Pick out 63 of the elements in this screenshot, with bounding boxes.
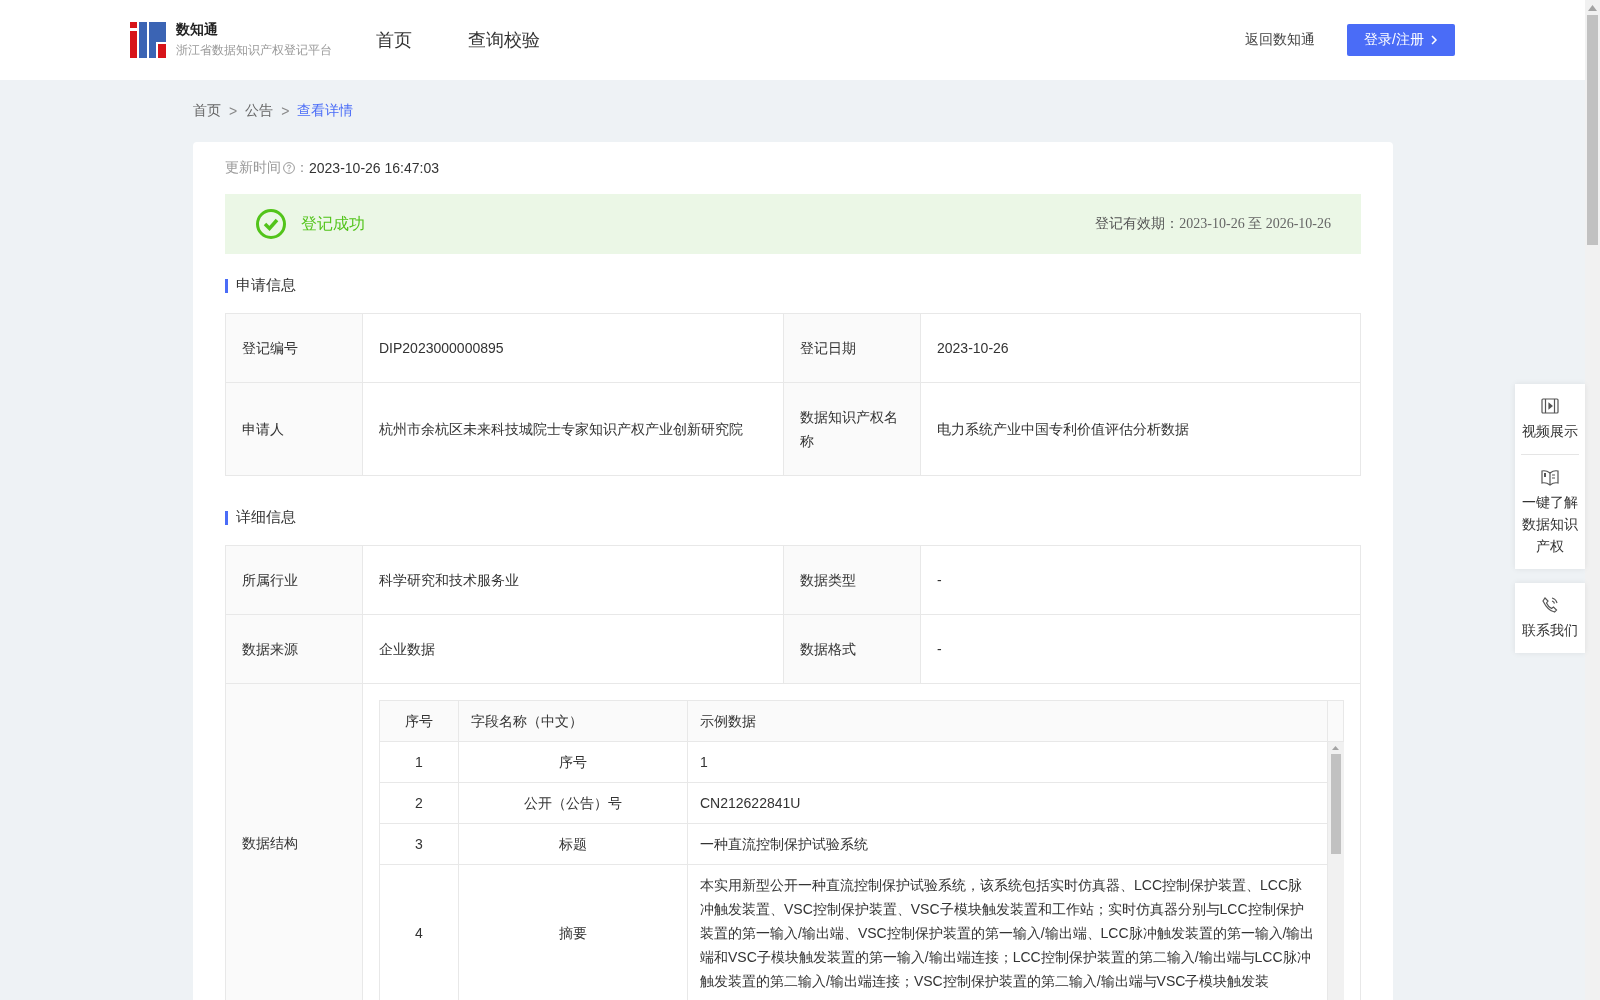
- field-label: 所属行业: [225, 545, 363, 615]
- section-title: 申请信息: [236, 276, 296, 295]
- scrollbar-thumb[interactable]: [1587, 15, 1598, 245]
- scroll-up-icon[interactable]: [1588, 4, 1597, 11]
- column-header: 示例数据: [687, 700, 1328, 742]
- help-icon[interactable]: [283, 162, 295, 174]
- breadcrumb-link[interactable]: 公告: [245, 102, 274, 120]
- side-link[interactable]: 一键了解数据知识产权: [1521, 491, 1579, 557]
- table-cell: 3: [379, 823, 459, 865]
- scrollbar-thumb[interactable]: [1330, 754, 1341, 854]
- field-value: -: [920, 545, 1361, 615]
- scrollbar-track[interactable]: [1585, 0, 1600, 1000]
- breadcrumb-current: 查看详情: [297, 102, 354, 120]
- nav-link[interactable]: 查询校验: [468, 24, 540, 56]
- breadcrumb-separator: >: [229, 103, 238, 119]
- back-link[interactable]: 返回数知通: [1245, 31, 1315, 49]
- logo-icon: [130, 22, 166, 58]
- field-label: 登记日期: [783, 313, 921, 383]
- table-cell: 4: [379, 864, 459, 1000]
- field-value: 2023-10-26: [920, 313, 1361, 383]
- check-circle-icon: [255, 208, 287, 240]
- table-cell: 1: [379, 741, 459, 783]
- side-link[interactable]: 视频展示: [1521, 420, 1579, 442]
- field-label: 登记编号: [225, 313, 363, 383]
- field-label: 数据结构: [225, 683, 363, 1000]
- field-value: DIP2023000000895: [362, 313, 784, 383]
- status-text: 登记成功: [301, 213, 365, 234]
- column-header: 字段名称（中文）: [458, 700, 688, 742]
- column-header: 序号: [379, 700, 459, 742]
- table-cell: CN212622841U: [687, 782, 1328, 824]
- breadcrumb-separator: >: [281, 103, 290, 119]
- field-label: 数据类型: [783, 545, 921, 615]
- table-cell: 序号: [458, 741, 688, 783]
- validity-value: 2023-10-26 至 2026-10-26: [1179, 215, 1331, 233]
- film-icon: [1540, 396, 1560, 416]
- field-value: 杭州市余杭区未来科技城院士专家知识产权产业创新研究院: [362, 382, 784, 476]
- table-cell: 1: [687, 741, 1328, 783]
- login-button[interactable]: 登录/注册: [1347, 24, 1455, 56]
- nav-link[interactable]: 首页: [376, 24, 412, 56]
- validity-label: 登记有效期：: [1095, 215, 1180, 233]
- update-time-value: 2023-10-26 16:47:03: [309, 160, 439, 176]
- colon: ：: [295, 159, 309, 177]
- table-cell: 2: [379, 782, 459, 824]
- side-link[interactable]: 联系我们: [1521, 619, 1579, 641]
- field-value: 电力系统产业中国专利价值评估分析数据: [920, 382, 1361, 476]
- chevron-icon: [1429, 35, 1438, 45]
- table-cell: 公开（公告）号: [458, 782, 688, 824]
- phone-icon: [1540, 595, 1560, 615]
- logo-title: 数知通: [176, 21, 219, 39]
- field-value: -: [920, 614, 1361, 684]
- field-label: 申请人: [225, 382, 363, 476]
- field-label: 数据格式: [783, 614, 921, 684]
- field-value: 企业数据: [362, 614, 784, 684]
- field-label: 数据来源: [225, 614, 363, 684]
- table-cell: 标题: [458, 823, 688, 865]
- field-label: 数据知识产权名称: [783, 382, 921, 476]
- logo-subtitle: 浙江省数据知识产权登记平台: [176, 42, 332, 59]
- book-icon: [1540, 467, 1560, 487]
- field-value: 科学研究和技术服务业: [362, 545, 784, 615]
- update-time-label: 更新时间: [225, 159, 281, 177]
- section-title: 详细信息: [236, 508, 296, 527]
- table-cell: 一种直流控制保护试验系统: [687, 823, 1328, 865]
- breadcrumb-link[interactable]: 首页: [193, 102, 221, 120]
